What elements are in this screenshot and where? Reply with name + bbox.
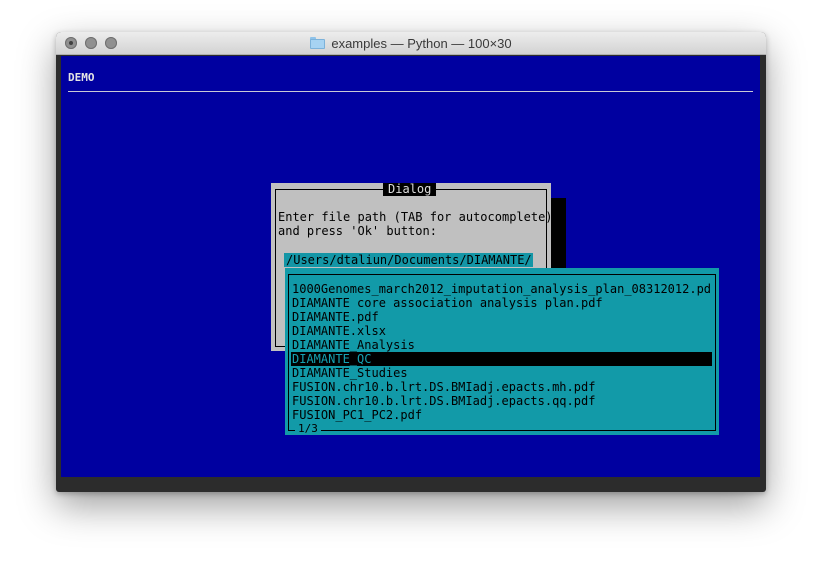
title-bar[interactable]: examples — Python — 100×30 bbox=[56, 32, 766, 55]
list-item[interactable]: DIAMANTE.xlsx bbox=[291, 324, 712, 338]
terminal-window: examples — Python — 100×30 DEMO Dialog E… bbox=[56, 32, 766, 492]
list-item[interactable]: FUSION_PC1_PC2.pdf bbox=[291, 408, 712, 422]
autocomplete-popup[interactable]: 1000Genomes_march2012_imputation_analysi… bbox=[285, 268, 719, 435]
prompt-line-2: and press 'Ok' button: bbox=[278, 224, 437, 238]
list-item[interactable]: FUSION.chr10.b.lrt.DS.BMIadj.epacts.qq.p… bbox=[291, 394, 712, 408]
folder-icon bbox=[310, 37, 326, 49]
header-divider bbox=[68, 91, 753, 92]
list-item[interactable]: FUSION.chr10.b.lrt.DS.BMIadj.epacts.mh.p… bbox=[291, 380, 712, 394]
dialog-title: Dialog bbox=[383, 183, 437, 196]
list-item[interactable]: DIAMANTE.pdf bbox=[291, 310, 712, 324]
demo-header-label: DEMO bbox=[68, 71, 95, 84]
prompt-line-1: Enter file path (TAB for autocomplete) bbox=[278, 210, 553, 224]
page-indicator: 1/3 bbox=[295, 423, 321, 435]
window-title-group: examples — Python — 100×30 bbox=[56, 32, 766, 54]
window-title: examples — Python — 100×30 bbox=[331, 35, 512, 51]
dialog-prompt: Enter file path (TAB for autocomplete) a… bbox=[278, 210, 553, 238]
list-item[interactable]: DIAMANTE_Analysis bbox=[291, 338, 712, 352]
list-item[interactable]: DIAMANTE_Studies bbox=[291, 366, 712, 380]
list-item[interactable]: DIAMANTE core association analysis plan.… bbox=[291, 296, 712, 310]
file-path-input[interactable] bbox=[284, 253, 533, 267]
list-item-selected[interactable]: DIAMANTE_QC bbox=[291, 352, 712, 366]
terminal-screen[interactable]: DEMO Dialog Enter file path (TAB for aut… bbox=[61, 56, 760, 477]
autocomplete-list[interactable]: 1000Genomes_march2012_imputation_analysi… bbox=[291, 282, 712, 422]
list-item[interactable]: 1000Genomes_march2012_imputation_analysi… bbox=[291, 282, 712, 296]
